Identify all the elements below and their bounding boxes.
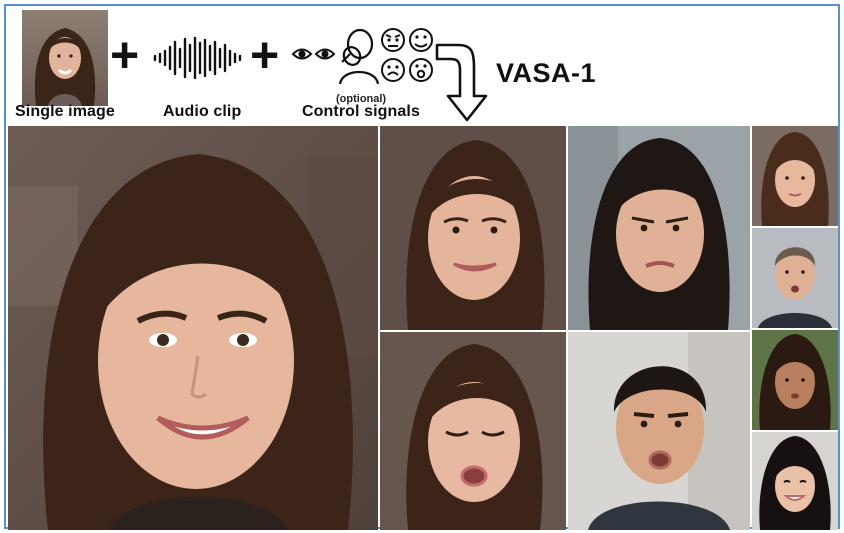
- plus-sign-2: +: [250, 27, 280, 83]
- model-name: VASA-1: [496, 58, 597, 88]
- video-frame-woman-talking: [380, 126, 566, 330]
- large-video-frame-woman: [8, 126, 378, 530]
- single-image-thumbnail: [22, 10, 108, 106]
- pipeline-header: Single image + Audio clip + (optional) C…: [6, 6, 838, 126]
- video-frame-man-small: [752, 228, 838, 328]
- curved-arrow-icon: [434, 42, 494, 129]
- head-pose-icon: [336, 26, 382, 91]
- video-frame-woman-small-3: [752, 432, 838, 530]
- plus-sign-1: +: [110, 27, 140, 83]
- video-frame-woman-eyes-closed: [380, 332, 566, 530]
- emotion-faces-icon: [380, 26, 436, 91]
- video-frame-woman-frowning: [568, 126, 750, 330]
- eyes-icon: [291, 44, 337, 69]
- control-signals-label: Control signals: [302, 103, 420, 120]
- video-frame-man-talking: [568, 332, 750, 530]
- single-image-label: Single image: [15, 103, 115, 120]
- audio-waveform-icon: [152, 36, 248, 85]
- video-frame-woman-small-2: [752, 330, 838, 430]
- generated-video-frames-grid: [8, 126, 838, 530]
- audio-clip-label: Audio clip: [163, 103, 242, 120]
- video-frame-woman-small-1: [752, 126, 838, 226]
